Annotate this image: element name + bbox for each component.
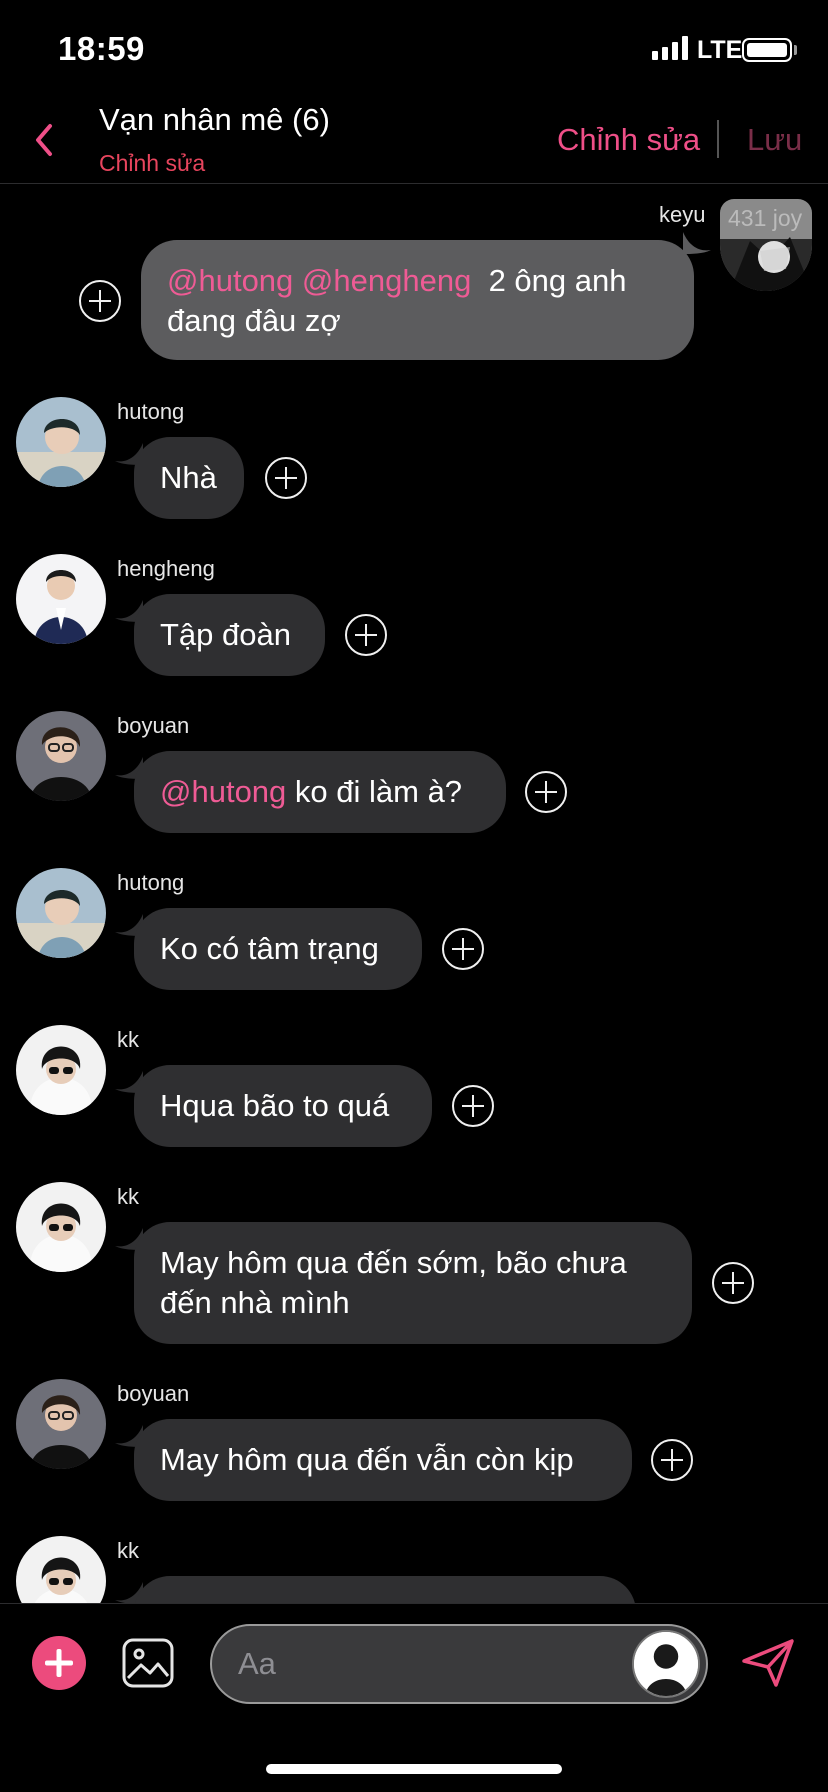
avatar[interactable] — [16, 711, 106, 801]
message-bubble[interactable]: Hqua bão to quá — [134, 1065, 432, 1147]
message-bubble[interactable]: Tập đoàn — [134, 594, 325, 676]
avatar[interactable] — [16, 1536, 106, 1603]
message-text: đang đâu zợ — [167, 303, 341, 338]
save-button[interactable]: Lưu — [747, 122, 802, 158]
edit-button[interactable]: Chỉnh sửa — [557, 122, 700, 158]
sender-name: boyuan — [117, 713, 190, 738]
mention[interactable]: @hutong — [167, 263, 293, 298]
sender-name: kk — [117, 1538, 139, 1563]
message-bubble[interactable]: @hutong ko đi làm à? — [134, 751, 506, 833]
battery-icon — [742, 38, 792, 62]
message-text: 2 ông anh — [488, 263, 627, 298]
message-list[interactable]: keyu 431 joy @hutong @hengheng 2 ông anh… — [0, 185, 828, 1603]
chat-title[interactable]: Vạn nhân mê (6) — [99, 102, 330, 138]
avatar-watermark: 431 joy — [728, 205, 803, 231]
add-reaction-button[interactable] — [265, 457, 307, 499]
status-bar: 18:59 LTE — [0, 0, 828, 100]
avatar[interactable] — [16, 1025, 106, 1115]
add-reaction-button[interactable] — [651, 1439, 693, 1481]
bubble-tail — [683, 232, 711, 254]
add-reaction-button[interactable] — [712, 1262, 754, 1304]
add-reaction-button[interactable] — [452, 1085, 494, 1127]
sender-name: hutong — [117, 870, 185, 895]
header-divider — [717, 120, 719, 158]
message-bubble[interactable]: @hutong @hengheng 2 ông anh đang đâu zợ — [141, 240, 694, 360]
home-indicator[interactable] — [266, 1764, 562, 1774]
add-reaction-button[interactable] — [442, 928, 484, 970]
message-bubble[interactable] — [134, 1576, 636, 1603]
message-text: đến nhà mình — [160, 1285, 350, 1320]
avatar[interactable]: 431 joy — [720, 199, 812, 291]
sender-name: boyuan — [117, 1381, 190, 1406]
chat-header: Vạn nhân mê (6) Chỉnh sửa Chỉnh sửa Lưu — [0, 100, 828, 184]
paper-plane-icon[interactable] — [740, 1637, 796, 1689]
mention[interactable]: @hutong — [160, 774, 286, 809]
sender-name: kk — [117, 1027, 139, 1052]
message-text: Nhà — [160, 460, 217, 495]
message-text: Hqua bão to quá — [160, 1088, 390, 1123]
mention[interactable]: @hengheng — [302, 263, 471, 298]
sender-name: hengheng — [117, 556, 215, 581]
message-text: ko đi làm à? — [286, 774, 463, 809]
avatar[interactable] — [16, 554, 106, 644]
sender-name: kk — [117, 1184, 139, 1209]
message-text: May hôm qua đến sớm, bão chưa — [160, 1245, 627, 1280]
add-reaction-button[interactable] — [79, 280, 121, 322]
message-input[interactable] — [238, 1626, 618, 1702]
message-input-wrapper — [210, 1624, 708, 1704]
message-bubble[interactable]: May hôm qua đến sớm, bão chưa đến nhà mì… — [134, 1222, 692, 1344]
add-reaction-button[interactable] — [345, 614, 387, 656]
network-label: LTE — [697, 36, 743, 64]
avatar[interactable] — [16, 1379, 106, 1469]
image-icon[interactable] — [122, 1638, 174, 1688]
chevron-left-icon[interactable] — [30, 120, 60, 160]
plus-circle-icon[interactable] — [32, 1636, 86, 1690]
avatar[interactable] — [16, 868, 106, 958]
message-text: May hôm qua đến vẫn còn kịp — [160, 1442, 574, 1477]
avatar[interactable] — [16, 397, 106, 487]
sender-name: keyu — [659, 202, 706, 227]
signal-icon — [652, 36, 688, 60]
sender-name: hutong — [117, 399, 185, 424]
chat-subtitle-edit[interactable]: Chỉnh sửa — [99, 150, 205, 177]
message-bubble[interactable]: Ko có tâm trạng — [134, 908, 422, 990]
status-time: 18:59 — [58, 30, 145, 67]
avatar[interactable] — [632, 1630, 700, 1698]
message-bubble[interactable]: May hôm qua đến vẫn còn kịp — [134, 1419, 632, 1501]
message-text: Tập đoàn — [160, 617, 291, 652]
message-bubble[interactable]: Nhà — [134, 437, 244, 519]
battery-tip — [794, 45, 797, 55]
message-text: Ko có tâm trạng — [160, 931, 379, 966]
add-reaction-button[interactable] — [525, 771, 567, 813]
avatar[interactable] — [16, 1182, 106, 1272]
